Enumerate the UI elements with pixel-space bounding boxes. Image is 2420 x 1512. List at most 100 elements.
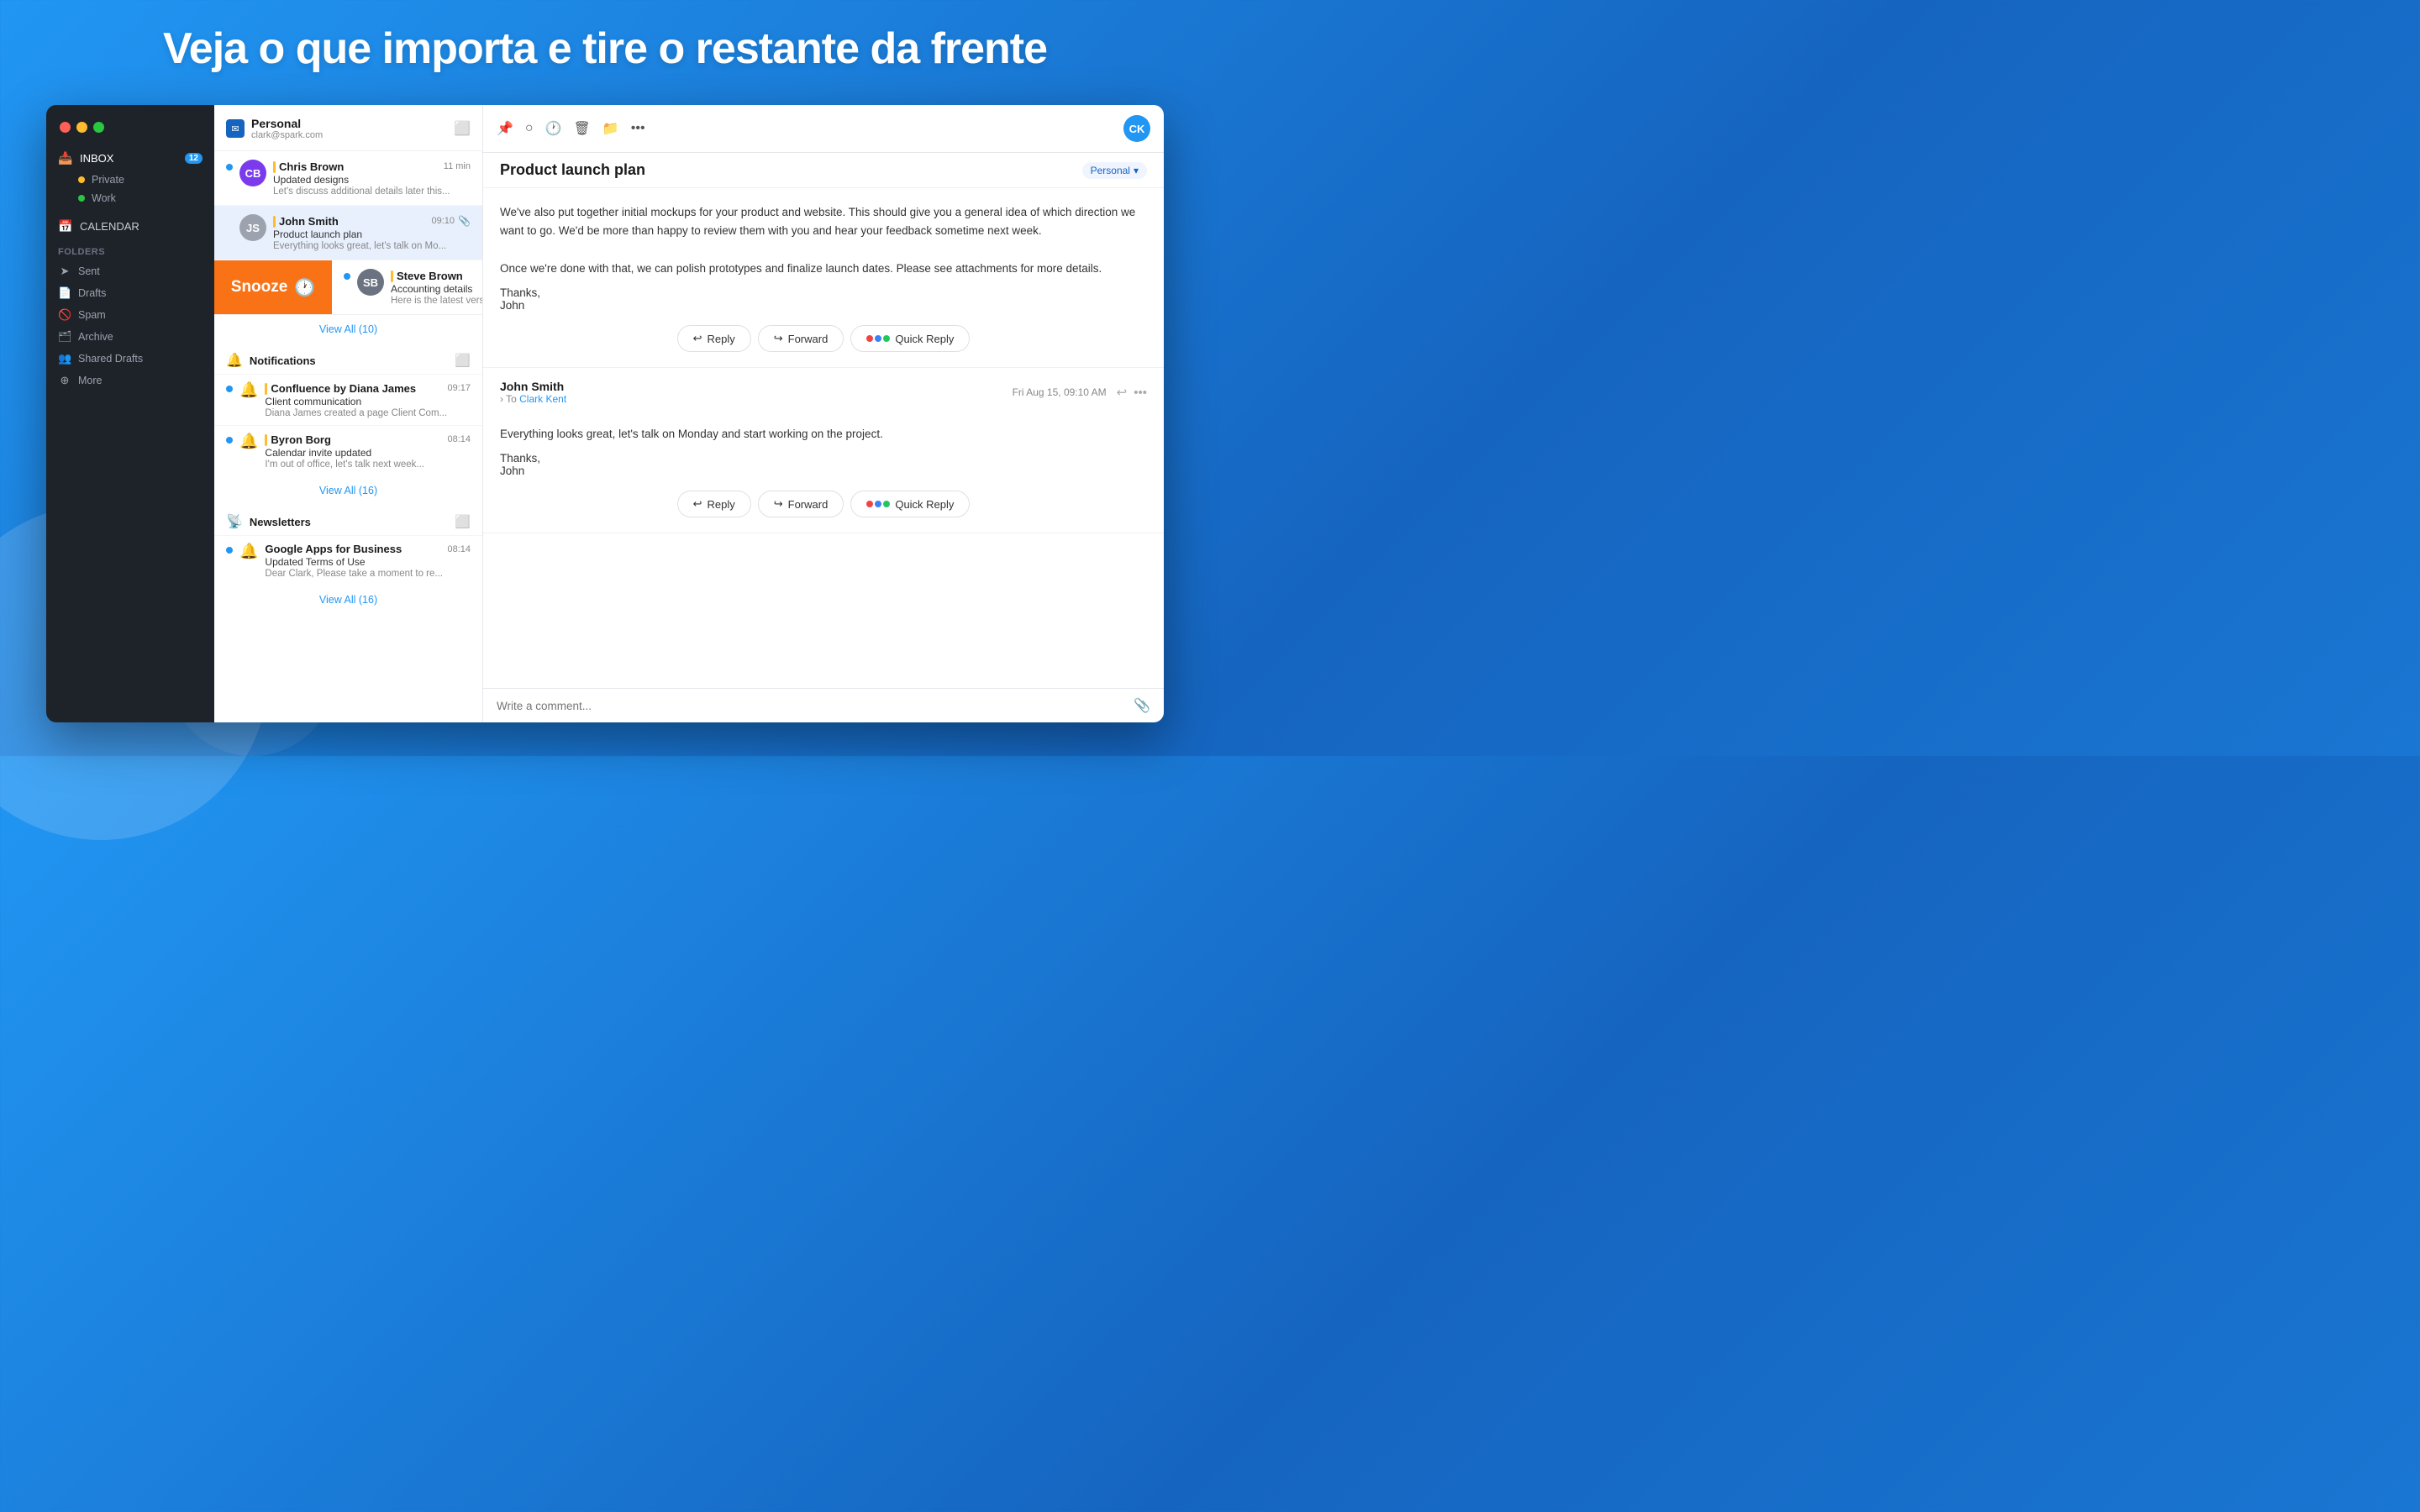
email-item-john-smith[interactable]: JS John Smith 09:10 📎 Product launch pla…: [214, 206, 482, 260]
sidebar-item-work[interactable]: Work: [46, 189, 214, 207]
message-actions-2: ↩ Reply ↪ Forward Quick Reply: [500, 491, 1147, 517]
sender-name-john: John Smith: [279, 215, 339, 228]
unread-dot-byron: [226, 437, 233, 444]
close-button[interactable]: [60, 122, 71, 133]
snooze-button[interactable]: Snooze 🕐: [214, 260, 332, 314]
personal-info: Personal clark@spark.com: [251, 117, 447, 140]
notif-sender-confluence: Confluence by Diana James: [265, 381, 416, 395]
sender-name-steve: Steve Brown: [397, 270, 463, 282]
reply-button-1[interactable]: ↩ Reply: [677, 325, 751, 352]
circle-icon[interactable]: ○: [525, 121, 534, 136]
email-header-steve: Steve Brown: [391, 269, 483, 282]
sidebar-item-archive[interactable]: 🗂 Archive: [46, 326, 214, 348]
newsletters-title: Newsletters: [250, 516, 448, 528]
comment-bar: 📎: [483, 688, 1164, 722]
email-item-chris-brown[interactable]: CB Chris Brown 11 min Updated designs Le…: [214, 151, 482, 206]
quick-reply-label-2: Quick Reply: [895, 498, 954, 511]
priority-indicator: [273, 161, 276, 173]
comment-input[interactable]: [497, 700, 1127, 712]
signature-name: John: [500, 299, 1147, 312]
sidebar-item-more[interactable]: ⊕ More: [46, 370, 214, 391]
tag-label: Personal: [1091, 165, 1130, 176]
message-sender-name-2: John Smith: [500, 380, 566, 393]
view-all-notifications[interactable]: View All (16): [214, 476, 482, 505]
reply-button-2[interactable]: ↩ Reply: [677, 491, 751, 517]
sidebar: 📥 INBOX 12 Private Work 📅 CALENDAR Folde…: [46, 105, 214, 722]
forward-button-2[interactable]: ↪ Forward: [758, 491, 844, 517]
drafts-label: Drafts: [78, 287, 106, 299]
archive-icon: 🗂: [58, 330, 71, 344]
sidebar-item-sent[interactable]: ➤ Sent: [46, 260, 214, 282]
notif-subject-confluence: Client communication: [265, 396, 471, 407]
unread-indicator: [226, 164, 233, 171]
trash-icon[interactable]: 🗑: [574, 120, 591, 137]
forward-label-1: Forward: [788, 333, 829, 345]
hero-title: Veja o que importa e tire o restante da …: [0, 24, 1210, 74]
snooze-label: Snooze: [231, 278, 288, 297]
work-dot: [78, 195, 85, 202]
ellipsis-icon[interactable]: •••: [631, 121, 645, 136]
folder-icon[interactable]: 📁: [602, 120, 619, 137]
quick-reply-button-1[interactable]: Quick Reply: [850, 325, 970, 352]
shared-drafts-label: Shared Drafts: [78, 353, 143, 365]
quick-reply-dots-2: [866, 501, 890, 507]
spam-icon: 🚫: [58, 308, 71, 322]
notification-item-confluence[interactable]: 🔔 Confluence by Diana James 09:17 Client…: [214, 374, 482, 425]
notification-item-byron[interactable]: 🔔 Byron Borg 08:14 Calendar invite updat…: [214, 425, 482, 476]
reader-tag[interactable]: Personal ▾: [1082, 162, 1147, 179]
maximize-button[interactable]: [93, 122, 104, 133]
minimize-button[interactable]: [76, 122, 87, 133]
notifications-archive-button[interactable]: ⬜: [455, 353, 471, 368]
message-to-2: › To Clark Kent: [500, 393, 566, 405]
view-all-personal[interactable]: View All (10): [214, 315, 482, 344]
email-item-steve-brown[interactable]: SB Steve Brown Accounting details Here i…: [332, 260, 483, 314]
forward-button-1[interactable]: ↪ Forward: [758, 325, 844, 352]
newsletters-archive-button[interactable]: ⬜: [455, 514, 471, 529]
quick-reply-button-2[interactable]: Quick Reply: [850, 491, 970, 517]
sidebar-item-private[interactable]: Private: [46, 171, 214, 189]
forward-label-2: Forward: [788, 498, 829, 511]
drafts-icon: 📄: [58, 286, 71, 300]
sidebar-item-inbox[interactable]: 📥 INBOX 12: [46, 146, 214, 171]
snooze-clock-icon: 🕐: [294, 277, 315, 298]
signature-thanks: Thanks,: [500, 286, 1147, 299]
attachment-icon: 📎: [458, 215, 471, 227]
message-more-icon-2[interactable]: •••: [1134, 386, 1147, 400]
email-content-john: John Smith 09:10 📎 Product launch plan E…: [273, 214, 471, 251]
message-signature-1: Thanks, John: [500, 286, 1147, 312]
view-all-newsletters[interactable]: View All (16): [214, 585, 482, 614]
pin-icon[interactable]: 📌: [497, 120, 513, 137]
message-body-2: Everything looks great, let's talk on Mo…: [500, 425, 1147, 444]
notif-sender-name-confluence: Confluence by Diana James: [271, 382, 416, 395]
header-archive-button[interactable]: ⬜: [454, 120, 471, 137]
sidebar-inbox-section: 📥 INBOX 12 Private Work: [46, 146, 214, 214]
message-sender-info-2: John Smith › To Clark Kent: [500, 380, 566, 405]
qr-dot-blue-2: [875, 501, 881, 507]
sidebar-item-spam[interactable]: 🚫 Spam: [46, 304, 214, 326]
personal-account-icon: ✉: [226, 119, 245, 138]
attach-icon[interactable]: 📎: [1134, 697, 1150, 714]
notif-subject-byron: Calendar invite updated: [265, 447, 471, 459]
forward-icon-2: ↪: [774, 497, 783, 511]
newsletter-item-google[interactable]: 🔔 Google Apps for Business 08:14 Updated…: [214, 535, 482, 585]
priority-indicator-steve: [391, 270, 393, 282]
sidebar-item-calendar[interactable]: 📅 CALENDAR: [46, 214, 214, 239]
message-paragraph-1: We've also put together initial mockups …: [500, 203, 1147, 241]
message-to-link[interactable]: Clark Kent: [519, 393, 566, 405]
sidebar-item-shared-drafts[interactable]: 👥 Shared Drafts: [46, 348, 214, 370]
avatar-chris-brown: CB: [239, 160, 266, 186]
private-label: Private: [92, 174, 124, 186]
qr-dot-green-2: [883, 501, 890, 507]
work-label: Work: [92, 192, 116, 204]
inbox-label: INBOX: [80, 152, 113, 165]
priority-indicator-john: [273, 216, 276, 228]
message-paragraph-2: Once we're done with that, we can polish…: [500, 260, 1147, 278]
unread-indicator-steve: [344, 273, 350, 280]
clock-icon[interactable]: 🕐: [545, 120, 562, 137]
chevron-down-icon: ▾: [1134, 165, 1139, 176]
personal-header: ✉ Personal clark@spark.com ⬜: [214, 105, 482, 151]
message-reply-icon-2[interactable]: ↩: [1117, 385, 1128, 400]
sidebar-item-drafts[interactable]: 📄 Drafts: [46, 282, 214, 304]
reader-user-avatar[interactable]: CK: [1123, 115, 1150, 142]
email-subject: Updated designs: [273, 174, 471, 186]
